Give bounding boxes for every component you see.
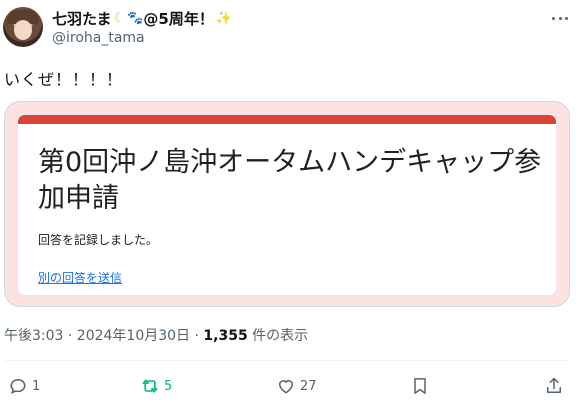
retweet-button[interactable]: 5 — [140, 372, 172, 400]
form-accent-bar — [18, 115, 556, 124]
submit-another-response-link[interactable]: 別の回答を送信 — [38, 269, 122, 286]
reply-icon — [10, 378, 26, 395]
name-row[interactable]: 七羽たま ☾ 🐾 @5周年！ ✨ — [52, 8, 232, 28]
bookmark-icon — [414, 378, 426, 394]
display-name[interactable]: 七羽たま — [52, 8, 112, 29]
tweet-meta: 午後3:03 · 2024年10月30日 · 1,355 件の表示 — [4, 325, 308, 345]
user-handle[interactable]: @iroha_tama — [52, 30, 145, 46]
retweet-icon — [142, 379, 158, 393]
form-title: 第0回沖ノ島沖オータムハンデキャップ参加申請 — [38, 147, 542, 214]
like-button[interactable]: 27 — [276, 372, 317, 400]
views-count: 1,355 — [203, 328, 248, 344]
heart-icon — [278, 380, 294, 394]
form-confirmation-message: 回答を記録しました。 — [38, 233, 159, 247]
tweet-header: 七羽たま ☾ 🐾 @5周年！ ✨ @iroha_tama — [0, 0, 586, 60]
avatar-face — [14, 20, 32, 40]
share-icon — [547, 377, 561, 393]
like-count: 27 — [300, 378, 317, 394]
bookmark-button[interactable] — [410, 372, 430, 400]
moon-icon: ☾ — [113, 10, 126, 26]
views-label: 件の表示 — [247, 328, 309, 344]
timestamp[interactable]: 午後3:03 · 2024年10月30日 · — [4, 328, 203, 344]
action-bar: 1 5 27 — [0, 372, 586, 400]
retweet-count: 5 — [164, 378, 173, 394]
reply-count: 1 — [32, 378, 41, 394]
display-name-suffix[interactable]: @5周年！ — [143, 8, 213, 29]
more-options-icon[interactable] — [548, 12, 572, 24]
paw-icon: 🐾 — [127, 10, 144, 26]
reply-button[interactable]: 1 — [8, 372, 40, 400]
avatar[interactable] — [3, 7, 43, 47]
share-button[interactable] — [544, 372, 564, 400]
form-response-preview: 第0回沖ノ島沖オータムハンデキャップ参加申請 回答を記録しました。 別の回答を送… — [17, 114, 557, 296]
tweet-text: いくぜ！！！！ — [4, 70, 124, 89]
link-card[interactable]: 第0回沖ノ島沖オータムハンデキャップ参加申請 回答を記録しました。 別の回答を送… — [4, 101, 570, 307]
divider — [4, 360, 570, 361]
sparkle-icon: ✨ — [215, 10, 233, 26]
